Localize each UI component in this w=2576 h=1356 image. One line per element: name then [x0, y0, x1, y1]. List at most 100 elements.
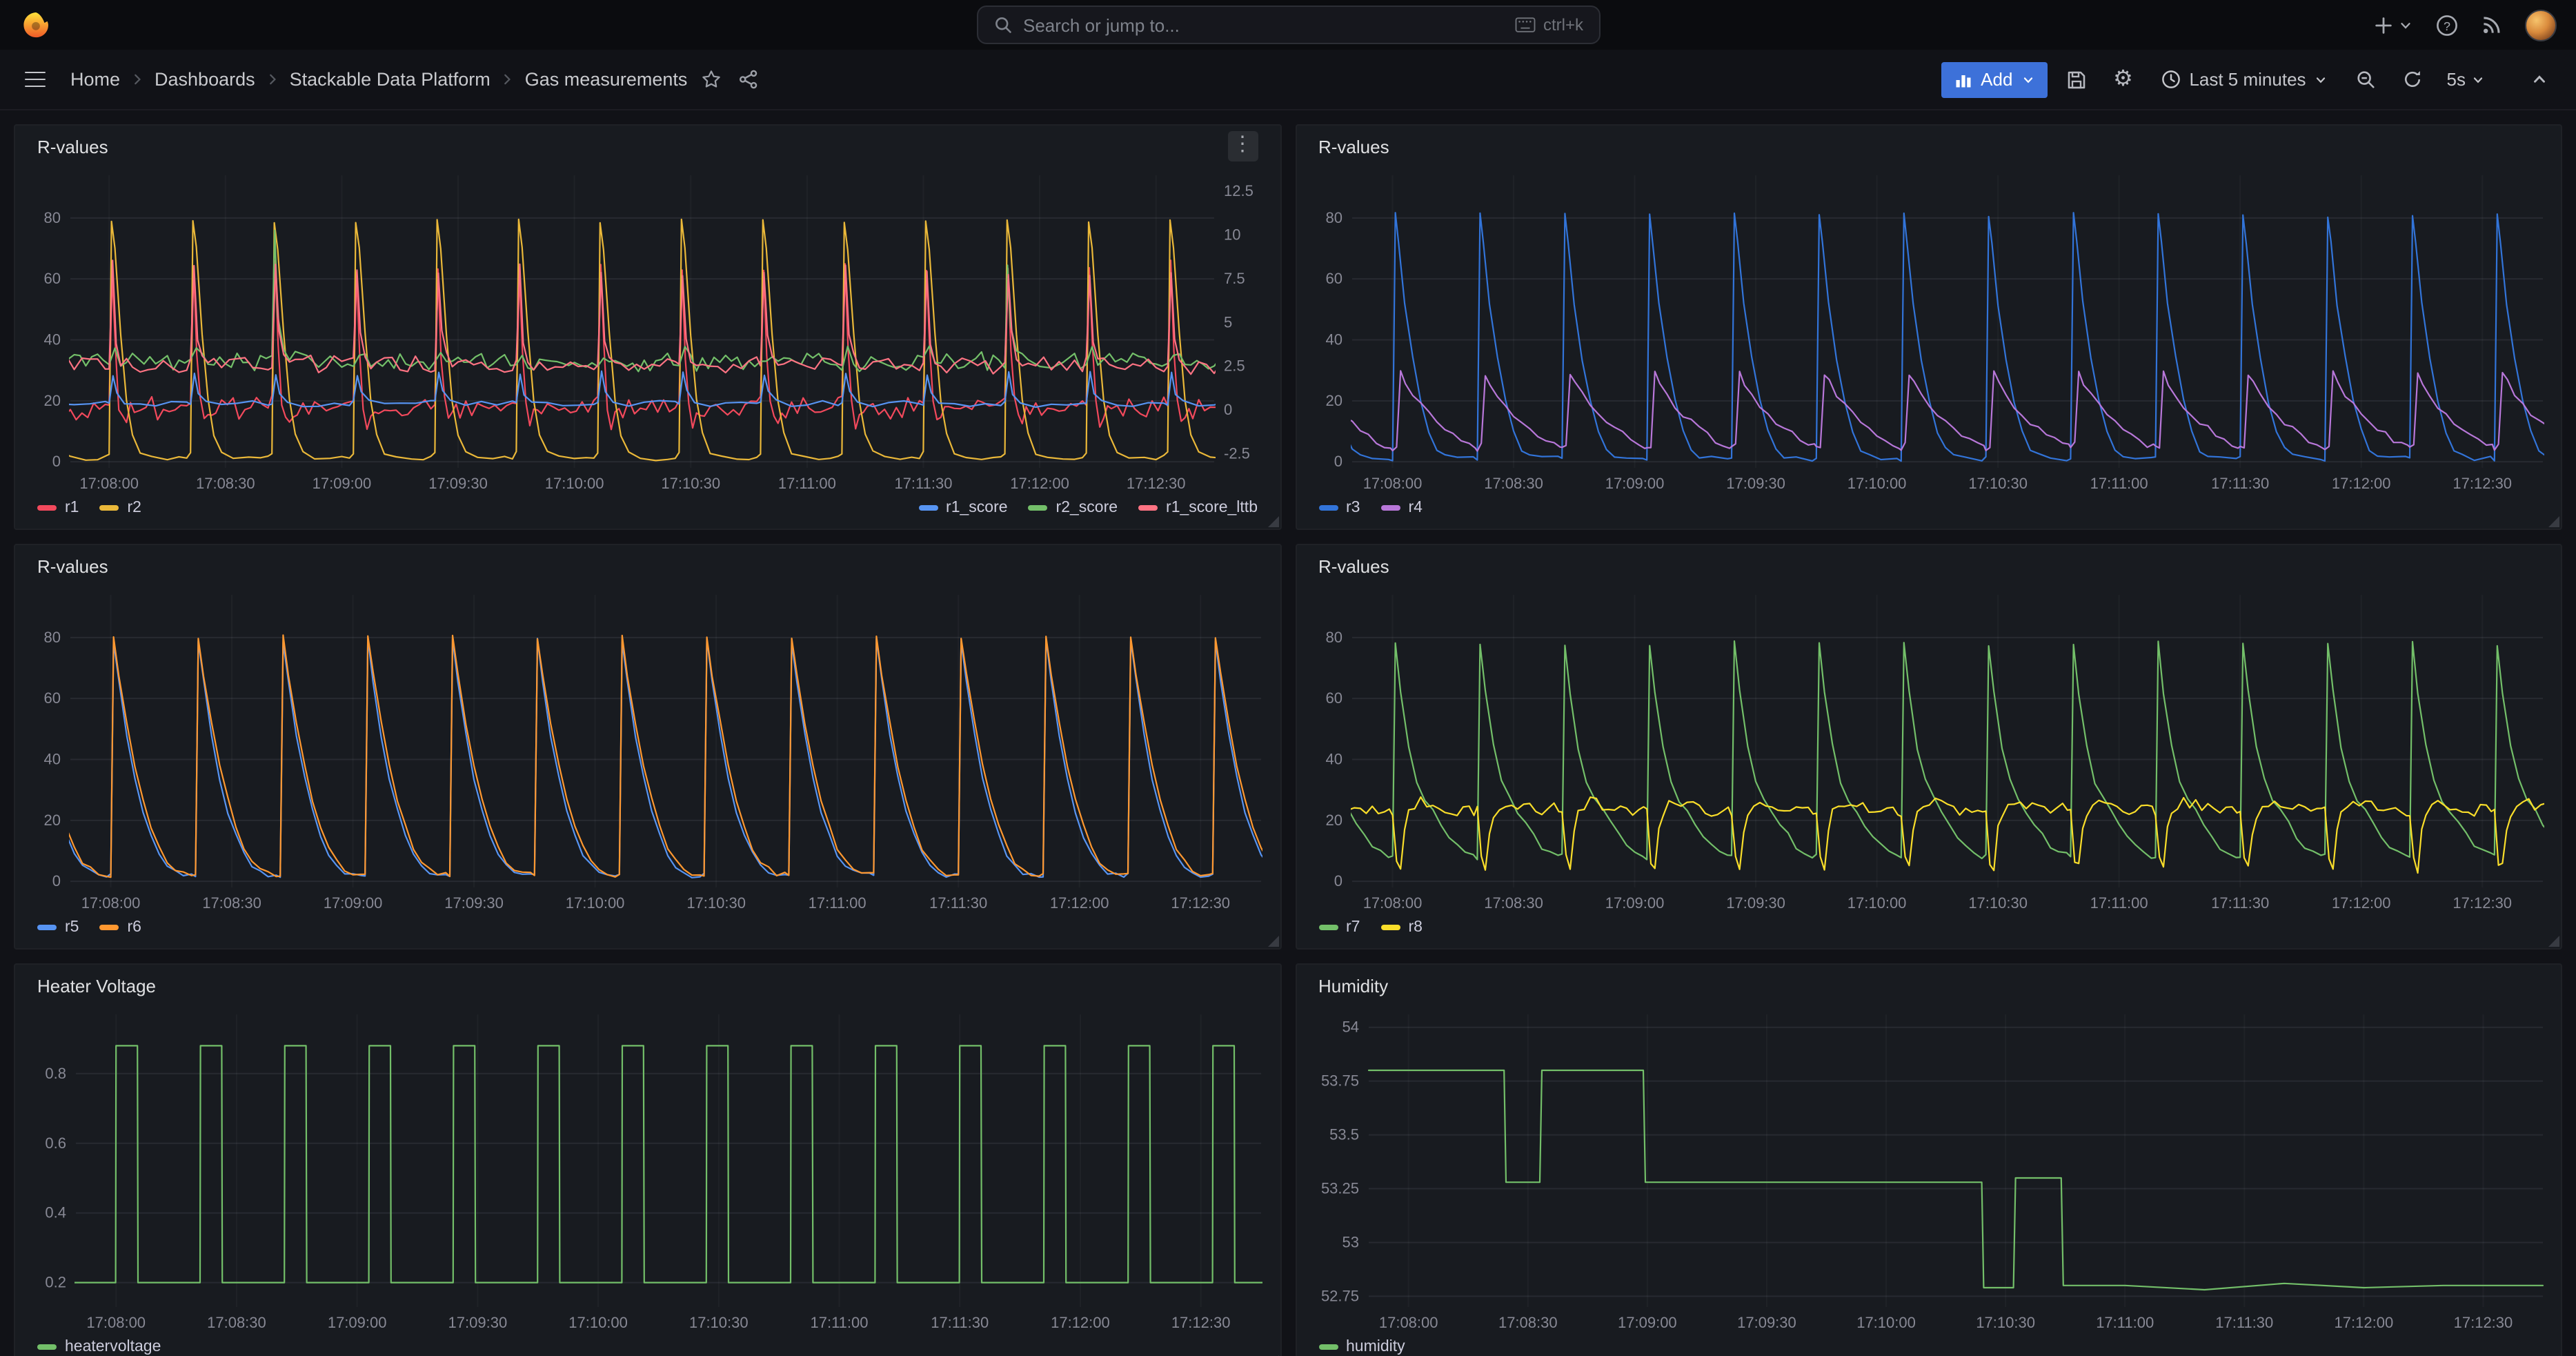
- legend-swatch: [1318, 505, 1338, 511]
- svg-text:0.6: 0.6: [45, 1134, 66, 1152]
- svg-text:17:08:30: 17:08:30: [1483, 475, 1543, 492]
- panel-header: R-values: [1296, 545, 2561, 587]
- legend-swatch: [1029, 505, 1048, 511]
- svg-text:17:11:00: 17:11:00: [2095, 1314, 2153, 1331]
- svg-text:5: 5: [1224, 313, 1232, 331]
- star-dashboard-button[interactable]: [698, 66, 724, 92]
- svg-text:17:12:00: 17:12:00: [1010, 475, 1069, 492]
- legend-swatch: [1318, 1344, 1338, 1350]
- grafana-logo[interactable]: [19, 8, 52, 41]
- refresh-icon: [2402, 69, 2423, 90]
- collapse-toolbar-button[interactable]: [2521, 61, 2557, 97]
- svg-text:12.5: 12.5: [1224, 182, 1254, 199]
- svg-text:2.5: 2.5: [1224, 357, 1245, 375]
- dashboard-settings-button[interactable]: ⚙: [2105, 61, 2141, 97]
- svg-text:17:11:00: 17:11:00: [778, 475, 836, 492]
- legend-item-r3[interactable]: r3: [1318, 500, 1360, 516]
- panel-heater-voltage: Heater Voltage 0.20.40.60.817:08:0017:08…: [14, 963, 1281, 1356]
- svg-text:17:12:00: 17:12:00: [2331, 894, 2390, 912]
- legend: heatervoltage: [15, 1335, 1280, 1356]
- panel-menu-icon[interactable]: ⋮: [1227, 131, 1258, 161]
- panel-title[interactable]: Heater Voltage: [37, 975, 156, 996]
- gear-icon: ⚙: [2113, 68, 2133, 90]
- legend-item-r1_score_lttb[interactable]: r1_score_lttb: [1138, 500, 1258, 516]
- svg-text:17:10:00: 17:10:00: [566, 894, 625, 912]
- panel-r-values-2: R-values 02040608017:08:0017:08:3017:09:…: [1295, 124, 2562, 530]
- new-button[interactable]: [2373, 14, 2413, 35]
- svg-text:17:12:00: 17:12:00: [2334, 1314, 2393, 1331]
- panel-header: R-values: [1296, 126, 2561, 167]
- legend-item-humidity[interactable]: humidity: [1318, 1339, 1405, 1355]
- legend-item-r4[interactable]: r4: [1380, 500, 1422, 516]
- legend: r1 r2 r1_score r2_score r1_score_lttb: [15, 495, 1280, 529]
- news-button[interactable]: [2481, 14, 2503, 36]
- chart-canvas-r-values-1[interactable]: 020406080-2.502.557.51012.517:08:0017:08…: [15, 167, 1280, 495]
- keyboard-icon: [1516, 17, 1536, 33]
- svg-text:17:11:00: 17:11:00: [809, 894, 866, 912]
- svg-text:17:10:00: 17:10:00: [1847, 475, 1906, 492]
- svg-text:17:11:00: 17:11:00: [2090, 894, 2148, 912]
- svg-text:17:11:00: 17:11:00: [2090, 475, 2148, 492]
- legend-item-heatervoltage[interactable]: heatervoltage: [37, 1339, 161, 1355]
- breadcrumb-current[interactable]: Gas measurements: [525, 69, 688, 90]
- panel-title[interactable]: R-values: [1318, 556, 1389, 576]
- legend-item-r2[interactable]: r2: [99, 500, 141, 516]
- svg-text:20: 20: [44, 812, 61, 829]
- chevron-right-icon: [500, 72, 515, 87]
- svg-text:0: 0: [1334, 872, 1342, 890]
- svg-text:17:11:30: 17:11:30: [929, 894, 987, 912]
- svg-text:0.8: 0.8: [45, 1065, 66, 1082]
- svg-text:17:09:00: 17:09:00: [1605, 475, 1664, 492]
- breadcrumb: Home Dashboards Stackable Data Platform …: [70, 69, 687, 90]
- add-label: Add: [1981, 69, 2012, 90]
- legend-item-r6[interactable]: r6: [99, 919, 141, 936]
- svg-text:17:11:00: 17:11:00: [811, 1314, 869, 1331]
- share-dashboard-button[interactable]: [735, 66, 762, 92]
- legend-swatch: [1380, 505, 1400, 511]
- svg-text:40: 40: [44, 331, 61, 348]
- legend-item-r1[interactable]: r1: [37, 500, 79, 516]
- svg-text:-2.5: -2.5: [1224, 445, 1250, 462]
- svg-text:53.75: 53.75: [1320, 1072, 1358, 1090]
- time-range-picker[interactable]: Last 5 minutes: [2152, 61, 2336, 97]
- svg-text:17:11:30: 17:11:30: [2210, 894, 2268, 912]
- svg-text:17:09:30: 17:09:30: [1725, 475, 1785, 492]
- panel-header: Humidity: [1296, 965, 2561, 1006]
- legend-label: r6: [127, 919, 141, 936]
- chart-canvas-r-values-4[interactable]: 02040608017:08:0017:08:3017:09:0017:09:3…: [1296, 587, 2561, 915]
- legend-item-r5[interactable]: r5: [37, 919, 79, 936]
- help-button[interactable]: ?: [2435, 13, 2459, 37]
- chart-canvas-r-values-3[interactable]: 02040608017:08:0017:08:3017:09:0017:09:3…: [15, 587, 1280, 915]
- panel-title[interactable]: R-values: [37, 136, 108, 157]
- panel-title[interactable]: Humidity: [1318, 975, 1388, 996]
- avatar[interactable]: [2525, 9, 2557, 41]
- save-dashboard-button[interactable]: [2058, 61, 2094, 97]
- svg-text:17:08:30: 17:08:30: [1498, 1314, 1557, 1331]
- graph-bar-icon: [1953, 70, 1972, 89]
- share-icon: [738, 69, 759, 90]
- panel-title[interactable]: R-values: [37, 556, 108, 576]
- svg-text:17:10:00: 17:10:00: [1847, 894, 1906, 912]
- chart-canvas-heater-voltage[interactable]: 0.20.40.60.817:08:0017:08:3017:09:0017:0…: [15, 1006, 1280, 1335]
- legend-item-r1_score[interactable]: r1_score: [918, 500, 1008, 516]
- svg-text:20: 20: [44, 392, 61, 409]
- mega-menu-toggle[interactable]: [19, 66, 51, 93]
- breadcrumb-home[interactable]: Home: [70, 69, 120, 90]
- refresh-interval-picker[interactable]: 5s: [2441, 61, 2490, 97]
- chart-canvas-humidity[interactable]: 52.755353.2553.553.755417:08:0017:08:301…: [1296, 1006, 2561, 1335]
- breadcrumb-folder[interactable]: Stackable Data Platform: [290, 69, 491, 90]
- svg-text:60: 60: [44, 270, 61, 287]
- refresh-button[interactable]: [2395, 61, 2430, 97]
- legend-item-r7[interactable]: r7: [1318, 919, 1360, 936]
- add-panel-button[interactable]: Add: [1941, 61, 2047, 97]
- legend-swatch: [1380, 925, 1400, 930]
- legend: humidity: [1296, 1335, 2561, 1356]
- legend-item-r8[interactable]: r8: [1380, 919, 1422, 936]
- legend-item-r2_score[interactable]: r2_score: [1029, 500, 1118, 516]
- zoom-out-button[interactable]: [2348, 61, 2384, 97]
- breadcrumb-dashboards[interactable]: Dashboards: [155, 69, 255, 90]
- shortcut-hint: ctrl+k: [1516, 15, 1583, 35]
- chart-canvas-r-values-2[interactable]: 02040608017:08:0017:08:3017:09:0017:09:3…: [1296, 167, 2561, 495]
- search-input[interactable]: Search or jump to... ctrl+k: [976, 6, 1600, 44]
- panel-title[interactable]: R-values: [1318, 136, 1389, 157]
